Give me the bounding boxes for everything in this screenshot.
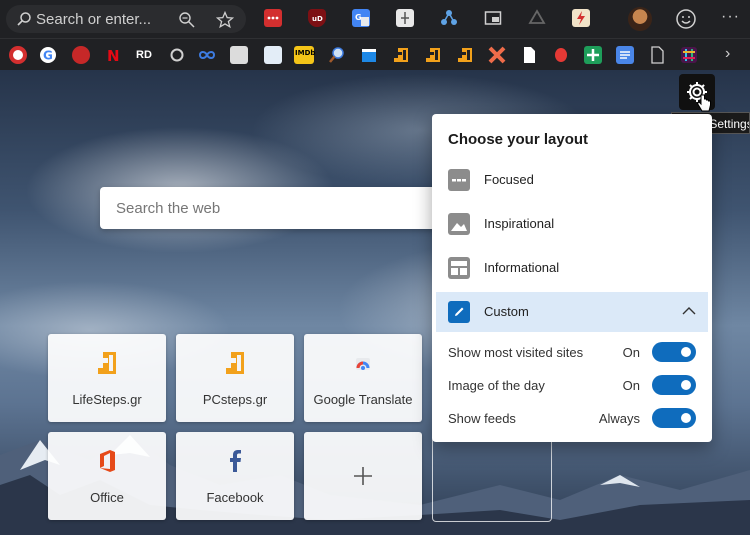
address-input[interactable] xyxy=(36,9,166,29)
svg-text:G: G xyxy=(355,13,362,22)
setting-value: On xyxy=(622,378,640,393)
slack-icon[interactable] xyxy=(680,46,698,64)
most-visited-toggle[interactable] xyxy=(652,342,696,362)
google-translate-icon xyxy=(356,358,370,370)
chevron-up-icon[interactable] xyxy=(682,306,696,316)
tile-lifesteps[interactable]: LifeSteps.gr xyxy=(48,334,166,422)
help-icon[interactable] xyxy=(9,46,27,64)
recycle-icon[interactable] xyxy=(528,9,546,27)
layout-option-informational[interactable]: Informational xyxy=(436,248,708,288)
plus-sheet-icon[interactable] xyxy=(584,46,602,64)
search-magnifier-icon[interactable] xyxy=(328,46,346,64)
favorite-star-icon[interactable] xyxy=(216,11,234,29)
translate-icon[interactable]: G xyxy=(352,9,370,27)
web-search-box[interactable] xyxy=(100,187,440,229)
tile-pcsteps[interactable]: PCsteps.gr xyxy=(176,334,294,422)
rd-icon[interactable]: RD xyxy=(136,46,152,64)
book-icon[interactable] xyxy=(264,46,282,64)
facebook-icon xyxy=(230,450,241,472)
informational-layout-icon xyxy=(448,257,470,279)
option-label: Inspirational xyxy=(484,216,555,231)
search-icon xyxy=(17,12,31,26)
docs-blue-icon[interactable] xyxy=(616,46,634,64)
favorites-bar: G N RD IMDb › xyxy=(0,38,750,70)
hand-cursor-icon xyxy=(696,94,711,112)
tile-label: Google Translate xyxy=(313,392,413,407)
doc-icon[interactable] xyxy=(520,46,538,64)
office-icon xyxy=(100,450,115,472)
picture-in-picture-icon[interactable] xyxy=(484,9,502,27)
svg-text:uD: uD xyxy=(312,15,323,23)
profile-avatar[interactable] xyxy=(628,7,652,31)
lifesteps-icon xyxy=(98,352,116,374)
netflix-icon[interactable]: N xyxy=(103,46,121,64)
show-feeds-toggle[interactable] xyxy=(652,408,696,428)
lifesteps-icon-2[interactable] xyxy=(456,46,474,64)
tile-placeholder-outline xyxy=(432,432,552,522)
option-label: Custom xyxy=(484,304,529,319)
setting-value: Always xyxy=(598,411,640,426)
clapper-icon[interactable] xyxy=(360,46,378,64)
tile-label: Facebook xyxy=(206,490,264,505)
tile-google-translate[interactable]: Google Translate xyxy=(304,334,422,422)
svg-text:N: N xyxy=(107,47,120,64)
option-label: Focused xyxy=(484,172,534,187)
image-of-day-toggle[interactable] xyxy=(652,375,696,395)
x-icon[interactable] xyxy=(488,46,506,64)
zoom-icon[interactable] xyxy=(178,11,196,29)
panel-title: Choose your layout xyxy=(448,131,589,148)
lastpass-icon[interactable] xyxy=(264,9,282,27)
focused-layout-icon xyxy=(448,169,470,191)
more-icon[interactable]: ··· xyxy=(721,8,740,26)
svg-text:G: G xyxy=(43,49,53,63)
tile-facebook[interactable]: Facebook xyxy=(176,432,294,520)
infinity-icon[interactable] xyxy=(198,46,216,64)
red-orb-icon[interactable] xyxy=(552,46,570,64)
layout-option-custom[interactable]: Custom xyxy=(436,292,708,332)
racing-icon[interactable] xyxy=(230,46,248,64)
setting-image-of-day: Image of the day On xyxy=(448,375,696,397)
share-icon[interactable] xyxy=(440,9,458,27)
setting-value: On xyxy=(622,345,640,360)
layout-option-inspirational[interactable]: Inspirational xyxy=(436,204,708,244)
tile-label: PCsteps.gr xyxy=(202,392,268,407)
layout-option-focused[interactable]: Focused xyxy=(436,160,708,200)
setting-label: Show feeds xyxy=(448,411,516,426)
setting-most-visited: Show most visited sites On xyxy=(448,342,696,364)
tile-add-site[interactable] xyxy=(304,432,422,520)
extension-icon[interactable] xyxy=(396,9,414,27)
tile-label: Office xyxy=(90,490,124,505)
address-bar[interactable] xyxy=(6,5,246,33)
layout-panel: Choose your layout Focused Inspirational… xyxy=(432,114,712,442)
circle-icon[interactable] xyxy=(168,46,186,64)
blank-doc-icon[interactable] xyxy=(648,46,666,64)
setting-label: Image of the day xyxy=(448,378,545,393)
lifesteps-icon[interactable] xyxy=(392,46,410,64)
browser-toolbar: uD G ··· xyxy=(0,0,750,38)
custom-pencil-icon xyxy=(448,301,470,323)
add-icon xyxy=(354,467,372,485)
tile-office[interactable]: Office xyxy=(48,432,166,520)
inspirational-layout-icon xyxy=(448,213,470,235)
setting-label: Show most visited sites xyxy=(448,345,584,360)
pcsteps-icon[interactable] xyxy=(424,46,442,64)
imdb-icon[interactable]: IMDb xyxy=(294,46,316,64)
google-icon[interactable]: G xyxy=(39,46,57,64)
chevron-right-icon[interactable]: › xyxy=(725,45,730,63)
ublock-icon[interactable]: uD xyxy=(308,9,326,27)
setting-show-feeds: Show feeds Always xyxy=(448,408,696,430)
web-search-input[interactable] xyxy=(116,198,416,218)
imdb-label: IMDb xyxy=(295,49,316,57)
red-globe-icon[interactable] xyxy=(72,46,90,64)
option-label: Informational xyxy=(484,260,560,275)
pdf-icon[interactable] xyxy=(572,9,590,27)
feedback-smiley-icon[interactable] xyxy=(675,8,697,30)
pcsteps-icon xyxy=(226,352,244,374)
tile-label: LifeSteps.gr xyxy=(72,392,142,407)
